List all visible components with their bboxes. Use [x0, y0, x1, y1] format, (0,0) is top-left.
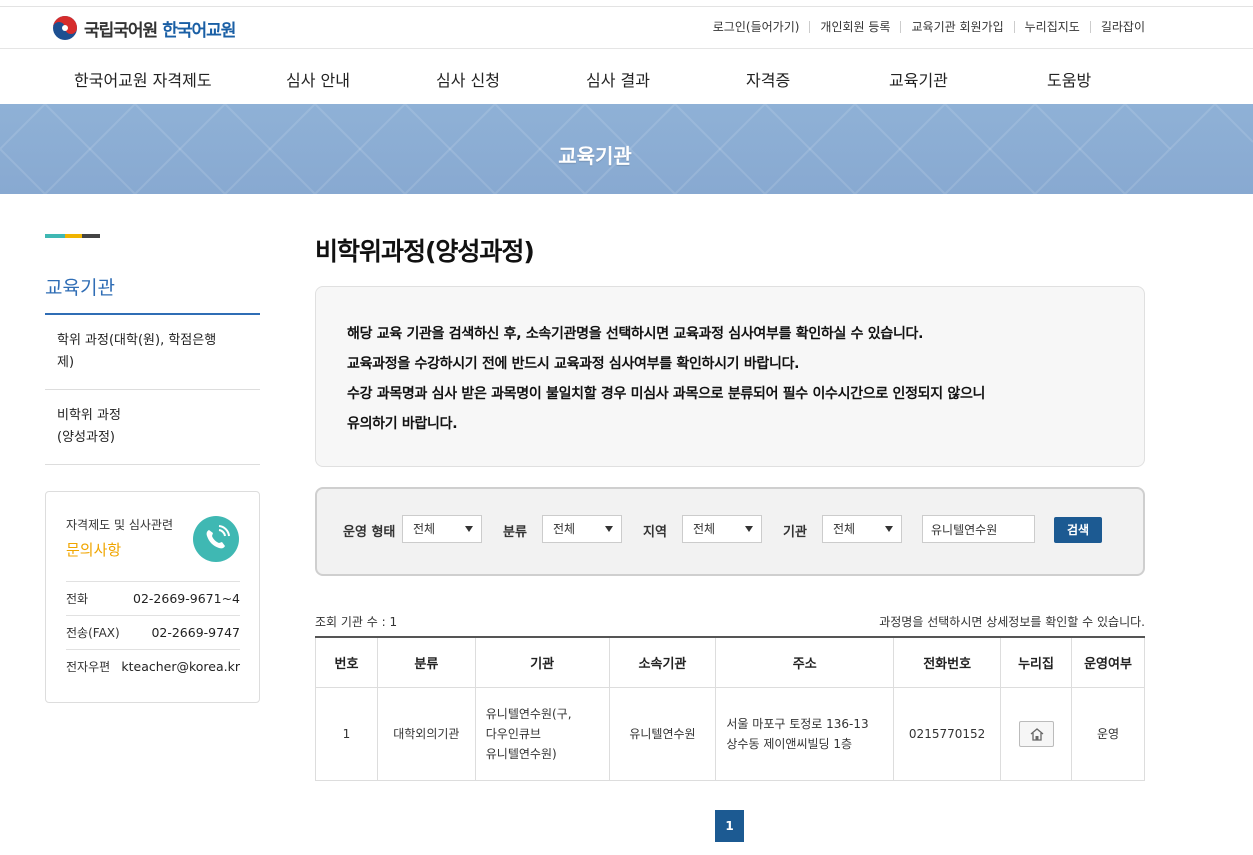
website-home-button[interactable] [1018, 720, 1054, 747]
personal-register-link[interactable]: 개인회원 등록 [809, 21, 900, 33]
region-select-value: 전체 [693, 522, 716, 536]
org-select[interactable]: 전체 [822, 515, 902, 543]
col-header-org: 기관 [474, 636, 610, 688]
sidebar-item-label: (양성과정) [57, 430, 115, 445]
cell-phone: 0215770152 [893, 686, 1002, 781]
region-select[interactable]: 전체 [682, 515, 762, 543]
contact-value: 02-2669-9747 [151, 625, 240, 640]
sidebar-item-label: 학위 과정(대학(원), 학점은행 [57, 333, 217, 348]
results-table: 번호 분류 기관 소속기관 주소 전화번호 누리집 운영여부 1 대학외의기관 … [315, 636, 1145, 781]
contact-value[interactable]: kteacher@korea.kr [121, 659, 240, 674]
org-line: 유니텔연수원) [485, 746, 557, 761]
org-select-value: 전체 [833, 522, 856, 536]
sidebar-item-label: 비학위 과정 [57, 408, 121, 423]
logo-service-name: 한국어교원 [162, 20, 236, 41]
type-label: 운영 형태 [343, 525, 396, 540]
contact-subtitle: 자격제도 및 심사관련 [66, 518, 173, 532]
utility-nav: 로그인(들어가기) 개인회원 등록 교육기관 회원가입 누리집지도 길라잡이 [703, 21, 1145, 33]
type-select[interactable]: 전체 [402, 515, 482, 543]
address-line: 서울 마포구 토정로 136-13 [726, 716, 869, 731]
chevron-down-icon [465, 526, 473, 532]
region-label: 지역 [643, 525, 667, 540]
home-icon [1030, 727, 1043, 741]
category-select[interactable]: 전체 [542, 515, 622, 543]
nav-certificate[interactable]: 자격증 [746, 67, 790, 91]
col-header-status: 운영여부 [1071, 636, 1145, 688]
contact-row-phone: 전화 02-2669-9671~4 [66, 581, 240, 615]
sidebar-accent-bar [45, 234, 100, 238]
org-label: 기관 [783, 525, 807, 540]
nav-institution[interactable]: 교육기관 [889, 67, 948, 91]
col-header-phone: 전화번호 [893, 636, 1002, 688]
sidebar-item-degree-course[interactable]: 학위 과정(대학(원), 학점은행 제) [45, 315, 260, 390]
category-label: 분류 [503, 525, 527, 540]
logo-org-name: 국립국어원 [84, 20, 158, 41]
contact-rows: 전화 02-2669-9671~4 전송(FAX) 02-2669-9747 전… [66, 581, 240, 683]
col-header-affiliate: 소속기관 [608, 636, 717, 688]
chevron-down-icon [745, 526, 753, 532]
notice-line: 유의하기 바랍니다. [347, 416, 458, 432]
nav-qualification-system[interactable]: 한국어교원 자격제도 [74, 67, 212, 91]
nav-review-guide[interactable]: 심사 안내 [286, 67, 350, 91]
institution-register-link[interactable]: 교육기관 회원가입 [900, 21, 1013, 33]
address-line: 상수동 제이앤씨빌딩 1층 [726, 736, 853, 751]
category-select-value: 전체 [553, 522, 576, 536]
sidebar-menu: 학위 과정(대학(원), 학점은행 제) 비학위 과정 (양성과정) [45, 315, 260, 465]
cell-address: 서울 마포구 토정로 136-13 상수동 제이앤씨빌딩 1층 [715, 686, 895, 781]
main-nav: 한국어교원 자격제도 심사 안내 심사 신청 심사 결과 자격증 교육기관 도움… [0, 49, 1253, 104]
notice-line: 수강 과목명과 심사 받은 과목명이 불일치할 경우 미심사 과목으로 분류되어… [347, 386, 986, 402]
cell-status: 운영 [1071, 686, 1145, 781]
org-line: 다우인큐브 [485, 726, 541, 741]
org-line: 유니텔연수원(구, [485, 706, 572, 721]
table-row: 1 대학외의기관 유니텔연수원(구, 다우인큐브 유니텔연수원) 유니텔연수원 … [315, 686, 1145, 781]
col-header-no: 번호 [315, 636, 378, 688]
contact-label: 전자우편 [66, 660, 111, 674]
login-link[interactable]: 로그인(들어가기) [703, 21, 810, 33]
nav-review-result[interactable]: 심사 결과 [586, 67, 650, 91]
phone-icon [193, 516, 239, 562]
chevron-down-icon [605, 526, 613, 532]
guide-link[interactable]: 길라잡이 [1089, 21, 1145, 33]
notice-line: 해당 교육 기관을 검색하신 후, 소속기관명을 선택하시면 교육과정 심사여부… [347, 326, 924, 342]
chevron-down-icon [885, 526, 893, 532]
nav-help[interactable]: 도움방 [1047, 67, 1091, 91]
search-button[interactable]: 검색 [1054, 517, 1102, 543]
col-header-address: 주소 [715, 636, 895, 688]
table-header-row: 번호 분류 기관 소속기관 주소 전화번호 누리집 운영여부 [315, 636, 1145, 688]
contact-box: 자격제도 및 심사관련 문의사항 전화 02-2669-9671~4 전송(FA… [45, 491, 260, 703]
cell-no: 1 [315, 686, 378, 781]
pagination-current-page[interactable]: 1 [715, 810, 744, 842]
type-select-value: 전체 [413, 522, 436, 536]
search-panel: 운영 형태 전체 분류 전체 지역 전체 기관 전체 검색 [315, 487, 1145, 576]
sitemap-link[interactable]: 누리집지도 [1013, 21, 1090, 33]
nav-review-apply[interactable]: 심사 신청 [436, 67, 500, 91]
contact-label: 전송(FAX) [66, 626, 120, 640]
sidebar-title: 교육기관 [45, 277, 115, 299]
contact-title: 문의사항 [66, 541, 122, 559]
page-banner: 교육기관 [0, 104, 1253, 194]
col-header-website: 누리집 [1000, 636, 1073, 688]
sidebar-item-label: 제) [57, 355, 75, 370]
contact-value: 02-2669-9671~4 [133, 591, 240, 606]
banner-title: 교육기관 [558, 144, 632, 168]
keyword-input[interactable] [922, 515, 1035, 543]
result-hint: 과정명을 선택하시면 상세정보를 확인할 수 있습니다. [879, 615, 1145, 629]
col-header-category: 분류 [376, 636, 476, 688]
page-title: 비학위과정(양성과정) [315, 237, 535, 266]
notice-line: 교육과정을 수강하시기 전에 반드시 교육과정 심사여부를 확인하시기 바랍니다… [347, 356, 800, 372]
cell-category: 대학외의기관 [376, 686, 476, 781]
contact-label: 전화 [66, 592, 89, 606]
result-count: 조회 기관 수 : 1 [315, 615, 398, 629]
sidebar-item-non-degree-course[interactable]: 비학위 과정 (양성과정) [45, 390, 260, 465]
cell-affiliate[interactable]: 유니텔연수원 [608, 686, 717, 781]
cell-org: 유니텔연수원(구, 다우인큐브 유니텔연수원) [474, 686, 610, 781]
site-logo[interactable]: 국립국어원 한국어교원 [52, 13, 236, 43]
taegeuk-logo-icon [52, 15, 78, 41]
notice-box: 해당 교육 기관을 검색하신 후, 소속기관명을 선택하시면 교육과정 심사여부… [315, 286, 1145, 467]
contact-row-email: 전자우편 kteacher@korea.kr [66, 649, 240, 683]
cell-website [1000, 686, 1073, 781]
top-border [0, 0, 1253, 7]
contact-row-fax: 전송(FAX) 02-2669-9747 [66, 615, 240, 649]
